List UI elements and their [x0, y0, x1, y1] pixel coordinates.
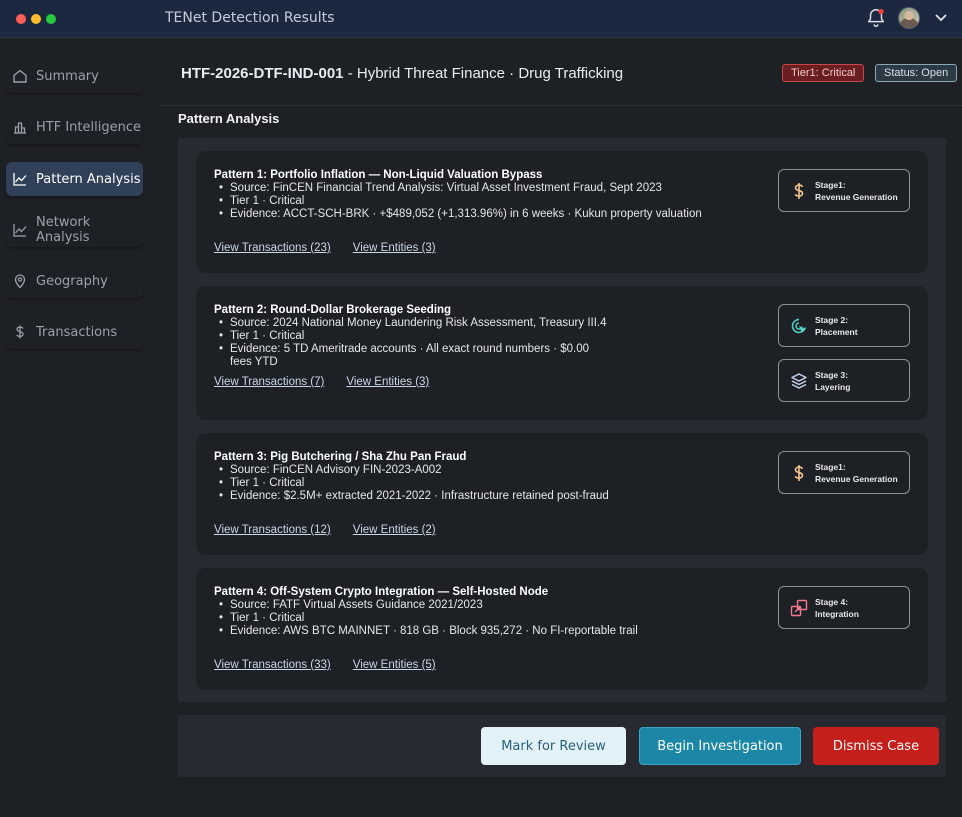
sidebar-item-pattern-analysis[interactable]: Pattern Analysis	[6, 162, 143, 196]
pattern-details: Source: FinCEN Financial Trend Analysis:…	[214, 182, 702, 221]
case-header: HTF-2026-DTF-IND-001 - Hybrid Threat Fin…	[160, 38, 962, 106]
pattern-title: Pattern 2: Round-Dollar Brokerage Seedin…	[214, 304, 452, 316]
view-entities-link[interactable]: View Entities (2)	[353, 524, 436, 536]
pattern-card: Pattern 3: Pig Butchering / Sha Zhu Pan …	[196, 433, 928, 555]
notification-bell-icon[interactable]	[865, 7, 887, 29]
sidebar-item-label: Pattern Analysis	[36, 171, 141, 187]
view-entities-link[interactable]: View Entities (3)	[353, 242, 436, 254]
stage-number: Stage 3:	[815, 370, 849, 380]
pattern-card: Pattern 2: Round-Dollar Brokerage Seedin…	[196, 286, 928, 420]
pattern-source: Source: FATF Virtual Assets Guidance 202…	[214, 599, 638, 612]
pattern-card: Pattern 4: Off-System Crypto Integration…	[196, 568, 928, 690]
pattern-links: View Transactions (23) View Entities (3)	[214, 242, 436, 254]
pattern-links: View Transactions (12) View Entities (2)	[214, 524, 436, 536]
minimize-window-button[interactable]	[31, 14, 41, 24]
target-cursor-icon	[791, 318, 807, 334]
pattern-tier: Tier 1 · Critical	[214, 195, 702, 208]
stage-number: Stage 4:	[815, 597, 849, 607]
sidebar-item-network-analysis[interactable]: Network Analysis	[6, 213, 143, 247]
begin-investigation-button[interactable]: Begin Investigation	[639, 727, 801, 765]
view-transactions-link[interactable]: View Transactions (12)	[214, 524, 331, 536]
stage-badge-placement[interactable]: Stage 2: Placement	[778, 304, 910, 347]
case-title: HTF-2026-DTF-IND-001 - Hybrid Threat Fin…	[181, 65, 623, 82]
mark-for-review-button[interactable]: Mark for Review	[481, 727, 626, 765]
stage-label: Layering	[815, 382, 851, 392]
status-badge: Status: Open	[875, 64, 958, 82]
pattern-evidence: Evidence: $2.5M+ extracted 2021-2022 · I…	[214, 490, 609, 503]
pattern-source: Source: 2024 National Money Laundering R…	[214, 317, 607, 330]
section-title: Pattern Analysis	[178, 111, 280, 126]
pattern-details: Source: FinCEN Advisory FIN-2023-A002 Ti…	[214, 464, 609, 503]
dismiss-case-button[interactable]: Dismiss Case	[813, 727, 939, 765]
stage-label: Placement	[815, 327, 858, 337]
stage-badge-revenue-generation[interactable]: Stage1: Revenue Generation	[778, 169, 910, 212]
maximize-window-button[interactable]	[46, 14, 56, 24]
case-id: HTF-2026-DTF-IND-001	[181, 65, 344, 82]
pattern-evidence: Evidence: AWS BTC MAINNET · 818 GB · Blo…	[214, 625, 638, 638]
dollar-icon	[16, 325, 24, 339]
pattern-source: Source: FinCEN Advisory FIN-2023-A002	[214, 464, 609, 477]
dollar-icon	[794, 465, 804, 481]
stage-label: Revenue Generation	[815, 192, 898, 202]
sidebar-item-label: HTF Intelligence	[36, 119, 141, 135]
sidebar-item-geography[interactable]: Geography	[6, 264, 143, 298]
home-icon	[13, 69, 27, 83]
dollar-icon	[794, 183, 804, 199]
view-transactions-link[interactable]: View Transactions (7)	[214, 376, 324, 388]
sidebar-item-label: Transactions	[36, 324, 118, 340]
tier-badge: Tier1: Critical	[782, 64, 865, 82]
pattern-evidence: Evidence: ACCT-SCH-BRK · +$489,052 (+1,3…	[214, 208, 702, 221]
layers-icon	[791, 373, 807, 389]
window-controls	[16, 14, 56, 24]
stage-number: Stage 2:	[815, 315, 849, 325]
integration-icon	[790, 599, 808, 617]
stage-label: Integration	[815, 609, 859, 619]
pattern-panel: Pattern 1: Portfolio Inflation — Non-Liq…	[178, 138, 946, 702]
pattern-tier: Tier 1 · Critical	[214, 612, 638, 625]
stage-number: Stage1:	[815, 462, 846, 472]
stage-label: Revenue Generation	[815, 474, 898, 484]
view-transactions-link[interactable]: View Transactions (23)	[214, 242, 331, 254]
line-chart-icon	[13, 224, 27, 237]
pattern-links: View Transactions (7) View Entities (3)	[214, 376, 429, 388]
sidebar-item-label: Network Analysis	[36, 215, 91, 245]
view-entities-link[interactable]: View Entities (5)	[353, 659, 436, 671]
view-entities-link[interactable]: View Entities (3)	[346, 376, 429, 388]
case-description: - Hybrid Threat Finance · Drug Trafficki…	[343, 65, 624, 82]
pattern-title: Pattern 1: Portfolio Inflation — Non-Liq…	[214, 169, 543, 181]
sidebar: Summary HTF Intelligence Pattern Analysi…	[0, 38, 160, 817]
pattern-tier: Tier 1 · Critical	[214, 477, 609, 490]
action-bar: Mark for Review Begin Investigation Dism…	[178, 715, 946, 777]
stage-badge-revenue-generation[interactable]: Stage1: Revenue Generation	[778, 451, 910, 494]
sidebar-item-summary[interactable]: Summary	[6, 59, 143, 93]
app-title: TENet Detection Results	[165, 10, 335, 26]
chevron-down-icon[interactable]	[934, 12, 948, 24]
pattern-details: Source: 2024 National Money Laundering R…	[214, 317, 607, 369]
pattern-evidence: Evidence: 5 TD Ameritrade accounts · All…	[214, 343, 604, 369]
view-transactions-link[interactable]: View Transactions (33)	[214, 659, 331, 671]
map-pin-icon	[14, 274, 26, 289]
sidebar-item-transactions[interactable]: Transactions	[6, 315, 143, 349]
stage-badge-layering[interactable]: Stage 3: Layering	[778, 359, 910, 402]
title-bar: TENet Detection Results	[0, 0, 962, 38]
close-window-button[interactable]	[16, 14, 26, 24]
sidebar-item-label: Geography	[36, 273, 108, 289]
pattern-title: Pattern 3: Pig Butchering / Sha Zhu Pan …	[214, 451, 467, 463]
pattern-source: Source: FinCEN Financial Trend Analysis:…	[214, 182, 702, 195]
sidebar-item-htf-intelligence[interactable]: HTF Intelligence	[6, 110, 143, 144]
pattern-title: Pattern 4: Off-System Crypto Integration…	[214, 586, 549, 598]
stage-number: Stage1:	[815, 180, 846, 190]
pattern-links: View Transactions (33) View Entities (5)	[214, 659, 436, 671]
pattern-details: Source: FATF Virtual Assets Guidance 202…	[214, 599, 638, 638]
pattern-tier: Tier 1 · Critical	[214, 330, 607, 343]
pattern-card: Pattern 1: Portfolio Inflation — Non-Liq…	[196, 151, 928, 273]
sidebar-item-label: Summary	[36, 68, 99, 84]
app-window: TENet Detection Results Summary HTF Inte…	[0, 0, 962, 817]
user-avatar[interactable]	[898, 7, 920, 29]
line-chart-icon	[13, 173, 27, 186]
stage-badge-integration[interactable]: Stage 4: Integration	[778, 586, 910, 629]
bar-chart-icon	[14, 122, 26, 134]
